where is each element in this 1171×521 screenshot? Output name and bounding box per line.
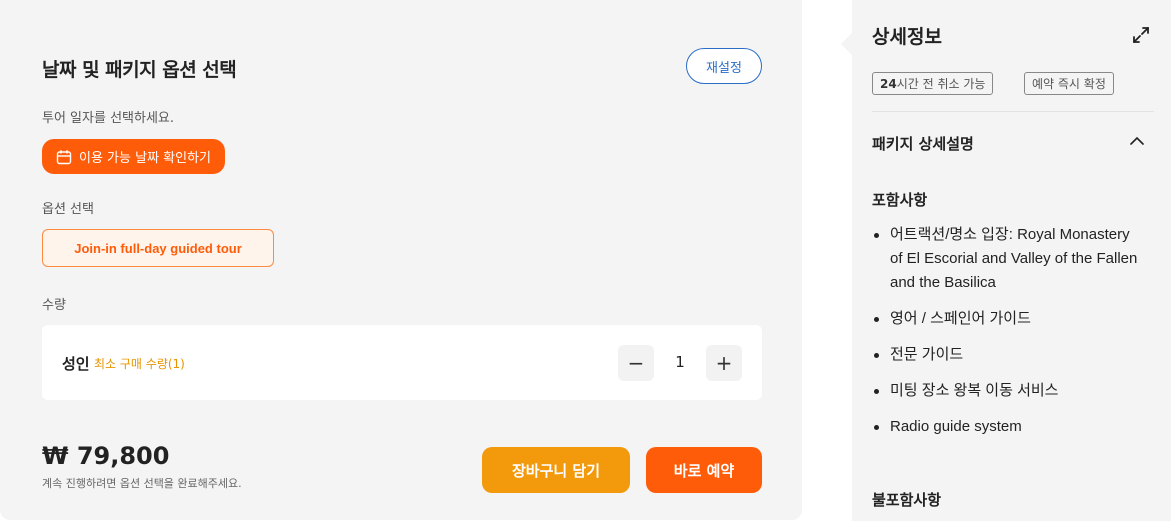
tag-strong: 24 [880, 76, 897, 91]
quantity-box: 성인 최소 구매 수량(1) − 1 + [42, 325, 762, 400]
decrease-quantity-button[interactable]: − [618, 345, 654, 381]
reset-button[interactable]: 재설정 [686, 48, 762, 84]
excludes-title: 불포함사항 [872, 491, 942, 509]
check-available-dates-button[interactable]: 이용 가능 날짜 확인하기 [42, 139, 225, 174]
list-item: 전문 가이드 [872, 343, 1142, 367]
date-button-label: 이용 가능 날짜 확인하기 [79, 151, 211, 166]
minus-icon: − [627, 351, 645, 375]
price-note: 계속 진행하려면 옵션 선택을 완료해주세요. [42, 477, 242, 490]
list-item: 어트랙션/명소 입장: Royal Monastery of El Escori… [872, 223, 1142, 295]
increase-quantity-button[interactable]: + [706, 345, 742, 381]
tag-text: 시간 전 취소 가능 [896, 77, 986, 91]
option-label: 옵션 선택 [42, 202, 94, 217]
details-title: 상세정보 [872, 26, 942, 48]
chevron-up-icon[interactable] [1129, 133, 1145, 149]
calendar-icon [56, 149, 72, 164]
list-item: 영어 / 스페인어 가이드 [872, 307, 1142, 331]
book-now-button[interactable]: 바로 예약 [646, 447, 762, 493]
package-option-chip[interactable]: Join-in full-day guided tour [42, 229, 274, 267]
instant-confirmation-tag: 예약 즉시 확정 [1024, 72, 1114, 95]
option-section-title: 날짜 및 패키지 옵션 선택 [42, 59, 237, 81]
plus-icon: + [715, 351, 733, 375]
quantity-label: 수량 [42, 298, 66, 313]
divider [872, 111, 1154, 112]
includes-list: 어트랙션/명소 입장: Royal Monastery of El Escori… [872, 223, 1142, 451]
adult-label: 성인 [62, 355, 90, 373]
expand-icon[interactable] [1131, 25, 1151, 45]
list-item: Radio guide system [872, 415, 1142, 439]
add-to-cart-button[interactable]: 장바구니 담기 [482, 447, 630, 493]
free-cancellation-tag: 24 시간 전 취소 가능 [872, 72, 994, 95]
list-item: 미팅 장소 왕복 이동 서비스 [872, 379, 1142, 403]
total-price: ₩ 79,800 [42, 442, 170, 470]
panel-notch [841, 33, 852, 55]
min-purchase-note: 최소 구매 수량(1) [94, 357, 185, 371]
package-description-title[interactable]: 패키지 상세설명 [872, 133, 974, 154]
includes-title: 포함사항 [872, 191, 928, 209]
tour-date-label: 투어 일자를 선택하세요. [42, 111, 174, 126]
tag-text: 예약 즉시 확정 [1032, 77, 1106, 91]
quantity-value: 1 [675, 353, 685, 371]
